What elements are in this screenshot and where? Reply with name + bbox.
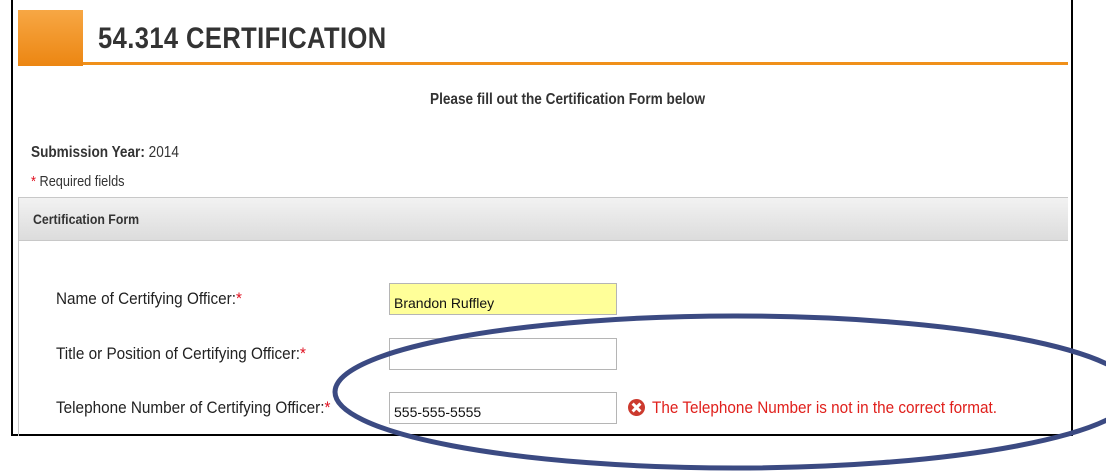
error-x-icon (628, 399, 645, 416)
name-label-text: Name of Certifying Officer: (56, 289, 236, 308)
title-label-text: Title or Position of Certifying Officer: (56, 344, 301, 363)
telephone-required-star: * (324, 398, 331, 417)
required-note: * Required fields (31, 173, 125, 190)
title-bar: 54.314 CERTIFICATION (18, 10, 1068, 66)
submission-year-value: 2014 (148, 144, 179, 161)
title-accent (18, 10, 83, 66)
certifying-officer-title-input[interactable] (389, 338, 617, 370)
telephone-error-message: The Telephone Number is not in the corre… (652, 398, 997, 417)
title-required-star: * (300, 344, 307, 363)
required-text: Required fields (39, 173, 125, 190)
telephone-field-label: Telephone Number of Certifying Officer:* (56, 398, 330, 418)
name-required-star: * (235, 289, 242, 308)
form-header-label: Certification Form (33, 211, 140, 227)
submission-year-label: Submission Year: (31, 144, 145, 161)
instruction-text: Please fill out the Certification Form b… (430, 91, 706, 108)
name-field-label: Name of Certifying Officer:* (56, 289, 242, 309)
certifying-officer-name-input[interactable] (389, 283, 617, 315)
form-header: Certification Form (19, 198, 1068, 241)
certifying-officer-telephone-input[interactable] (389, 392, 617, 424)
title-field-label: Title or Position of Certifying Officer:… (56, 344, 306, 364)
required-star: * (31, 173, 36, 190)
title-underline (83, 62, 1068, 65)
submission-year: Submission Year: 2014 (31, 144, 179, 162)
page-title: 54.314 CERTIFICATION (98, 22, 387, 55)
telephone-label-text: Telephone Number of Certifying Officer: (56, 398, 325, 417)
